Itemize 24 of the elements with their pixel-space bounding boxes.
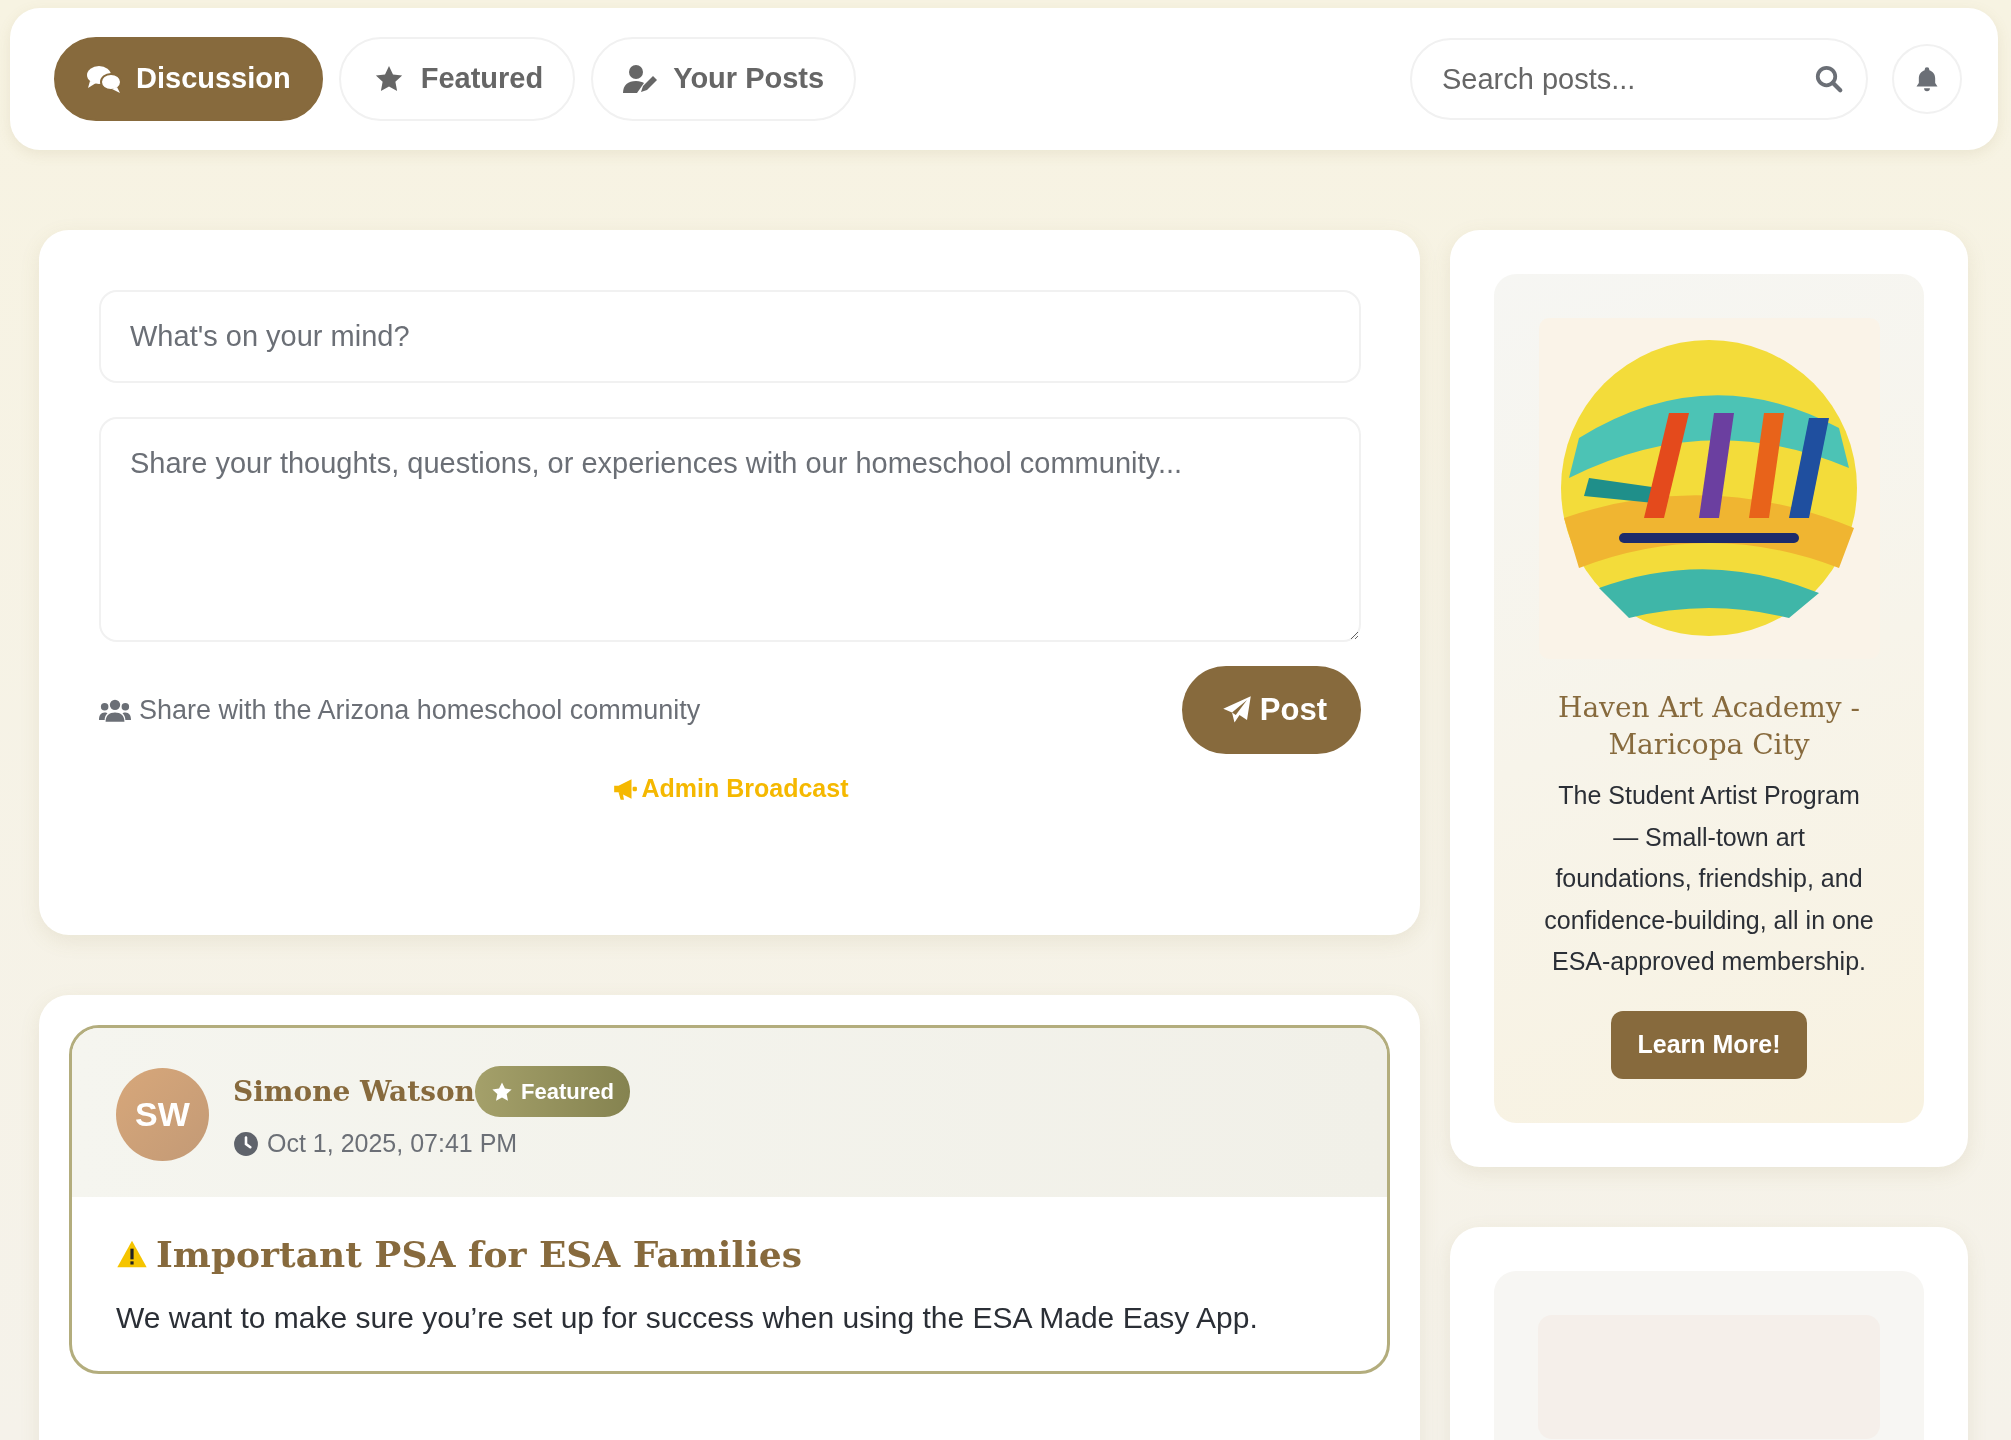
tab[interactable]: Your Posts [591, 37, 857, 121]
author-name: Simone Watson [233, 1073, 475, 1110]
featured-badge: Featured [474, 1066, 630, 1117]
avatar: SW [116, 1067, 209, 1161]
chat-bubbles-icon [86, 64, 122, 94]
search-field[interactable]: Search posts... [1410, 38, 1868, 120]
share-note: Share with the Arizona homeschool community [139, 693, 701, 727]
clock-icon [233, 1130, 259, 1157]
post-time: Oct 1, 2025, 07:41 PM [267, 1128, 518, 1159]
tab[interactable]: Discussion [54, 37, 323, 121]
people-icon [99, 697, 131, 723]
search-icon [1814, 64, 1844, 94]
promo-title: Haven Art Academy - Maricopa City [1557, 690, 1861, 763]
message-field[interactable]: Share your thoughts, questions, or experiences with our homeschool community... [99, 417, 1361, 642]
post-title: Important PSA for ESA Families [156, 1231, 802, 1277]
paper-plane-icon [1221, 695, 1252, 725]
post-button[interactable]: Post [1181, 666, 1361, 754]
learn-more-button[interactable]: Learn More! [1611, 1010, 1807, 1079]
user-pen-icon [623, 64, 660, 94]
post-text: We want to make sure you’re set up for success when using the ESA Made Easy App. [116, 1299, 1259, 1336]
promo-text: The Student Artist Program — Small-town art foundations, friendship, and confidence-building, all in one ESA-approved membership. [1543, 780, 1875, 977]
title-field[interactable]: What's on your mind? [99, 290, 1361, 383]
tab[interactable]: Featured [338, 37, 576, 121]
star-icon [490, 1080, 513, 1103]
